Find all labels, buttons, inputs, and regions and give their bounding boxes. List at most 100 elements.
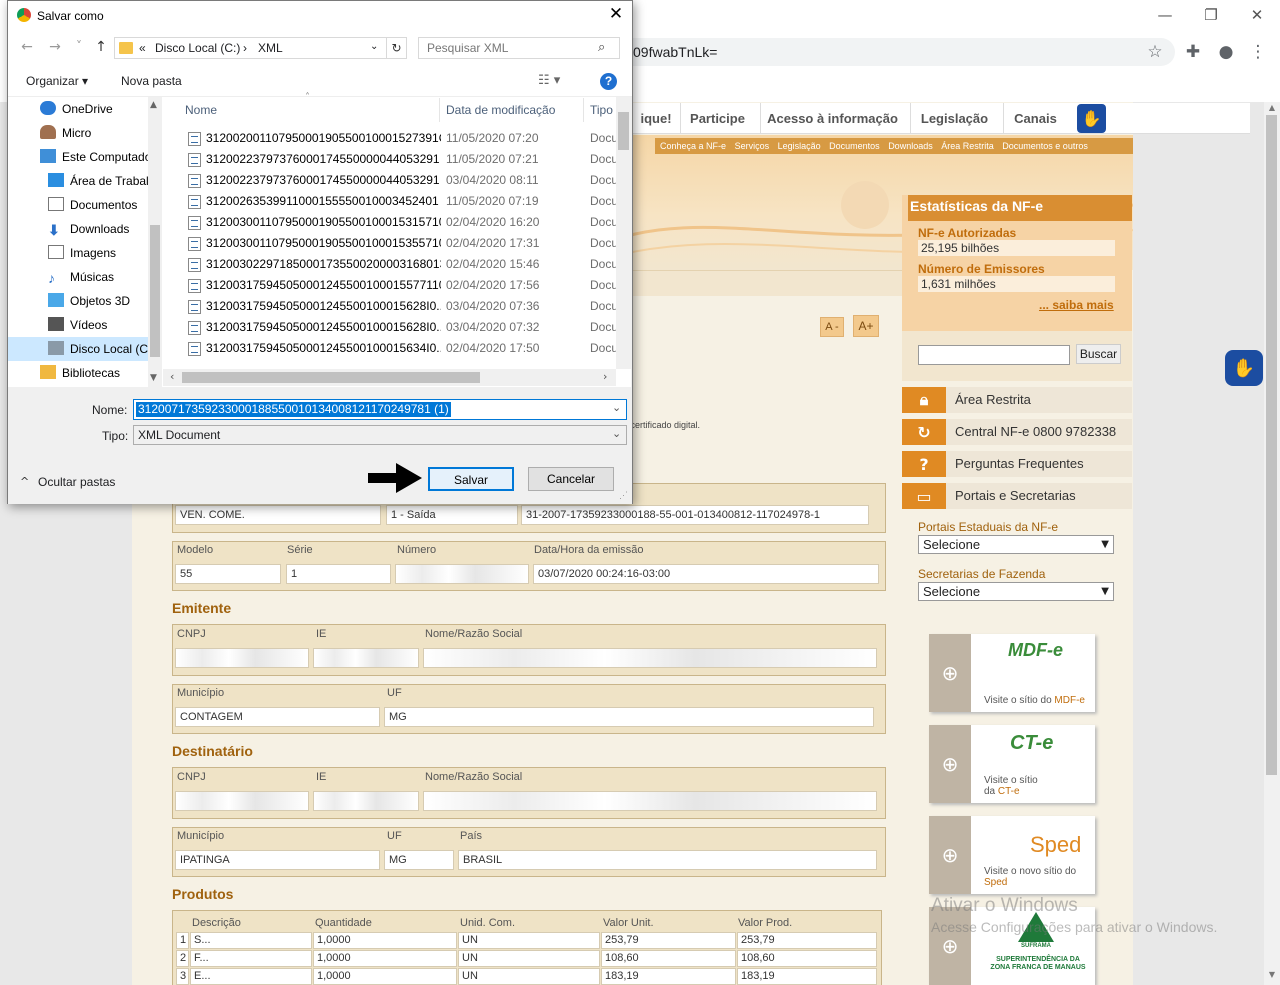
save-button[interactable]: Salvar: [428, 467, 514, 491]
link-area-restrita[interactable]: Área Restrita: [941, 141, 994, 151]
extensions-icon[interactable]: ✚: [1181, 40, 1205, 64]
hide-folders-button[interactable]: Ocultar pastas: [38, 475, 115, 489]
path-disco[interactable]: Disco Local (C:): [155, 41, 240, 55]
cancel-button[interactable]: Cancelar: [528, 467, 614, 491]
serie-field: 1: [286, 564, 391, 584]
nav-objetos-3d[interactable]: Objetos 3D: [8, 289, 148, 313]
nav-este-computador[interactable]: Este Computador: [8, 145, 148, 169]
site-search-button[interactable]: Buscar: [1076, 344, 1121, 364]
font-increase-button[interactable]: A+: [853, 315, 879, 337]
nav-label: Downloads: [70, 222, 130, 236]
nav-participe[interactable]: Participe: [680, 103, 754, 134]
scroll-down-icon[interactable]: ▼: [150, 373, 157, 383]
page-scrollbar-thumb[interactable]: [1266, 115, 1277, 775]
file-row[interactable]: 31200263539911000155550010003452401 1...…: [186, 191, 618, 212]
nav-label: Vídeos: [70, 318, 108, 332]
nav-canais[interactable]: Canais: [1003, 103, 1067, 134]
scroll-left-icon[interactable]: ‹: [170, 370, 174, 383]
chevron-down-icon[interactable]: ⌄: [612, 427, 621, 440]
portais-select[interactable]: Selecione ▼: [918, 535, 1114, 554]
view-options-icon[interactable]: ☷ ▾: [538, 73, 560, 88]
site-search-input[interactable]: [918, 345, 1070, 365]
help-icon[interactable]: ?: [600, 73, 617, 90]
menu-icon[interactable]: ⋮: [1246, 40, 1270, 64]
file-row[interactable]: 312003175945050001245500100015634I0... 02…: [186, 338, 618, 359]
windows-watermark-text: Acesse Configurações para ativar o Windo…: [931, 919, 1218, 935]
filename-value[interactable]: 3120071735923300018855001013400812117024…: [136, 402, 451, 417]
resize-grip-icon[interactable]: ⋰: [619, 490, 628, 501]
chevron-down-icon[interactable]: ⌄: [612, 401, 621, 414]
scroll-down-icon[interactable]: ▼: [1264, 970, 1280, 983]
nav-micro[interactable]: Micro: [8, 121, 148, 145]
prod-vu: 183,19: [601, 968, 736, 985]
file-row[interactable]: 312003001107950001905500100015355710... 0…: [186, 233, 618, 254]
nav-item[interactable]: ique!: [636, 103, 676, 134]
xml-file-icon: [188, 342, 201, 356]
forward-arrow-icon[interactable]: →: [46, 39, 64, 57]
link-documentos-outros[interactable]: Documentos e outros: [1002, 141, 1088, 151]
file-vscrollbar-thumb[interactable]: [618, 112, 629, 150]
scroll-up-icon[interactable]: ▲: [150, 100, 157, 110]
nav-onedrive[interactable]: OneDrive: [8, 97, 148, 121]
dialog-path-field[interactable]: « Disco Local (C:) › XML ⌄: [114, 37, 387, 59]
nav-bibliotecas[interactable]: Bibliotecas: [8, 361, 148, 385]
accessibility-hand-icon[interactable]: ✋: [1225, 350, 1263, 386]
file-row[interactable]: 312003175945050001245500100015577110... 0…: [186, 275, 618, 296]
path-overflow[interactable]: «: [139, 41, 146, 55]
file-row[interactable]: 31200200110795000190550010001527391O... 1…: [186, 128, 618, 149]
scroll-right-icon[interactable]: ›: [603, 370, 607, 383]
nav-scrollbar-thumb[interactable]: [150, 225, 160, 357]
link-conheca[interactable]: Conheça a NF-e: [660, 141, 726, 151]
link-downloads[interactable]: Downloads: [888, 141, 933, 151]
new-folder-button[interactable]: Nova pasta: [121, 74, 182, 88]
profile-icon[interactable]: ●: [1214, 40, 1238, 64]
scroll-up-icon[interactable]: ▲: [1264, 103, 1280, 116]
back-arrow-icon[interactable]: ←: [18, 39, 36, 57]
file-row[interactable]: 31200223797376000174550000044053291 3...…: [186, 170, 618, 191]
nav-area-trabalho[interactable]: Área de Trabalho: [8, 169, 148, 193]
chevron-down-icon[interactable]: ⌄: [370, 41, 378, 52]
nav-imagens[interactable]: Imagens: [8, 241, 148, 265]
nav-documentos[interactable]: Documentos: [8, 193, 148, 217]
path-xml[interactable]: XML: [258, 41, 283, 55]
link-documentos[interactable]: Documentos: [829, 141, 880, 151]
accessibility-hand-icon[interactable]: ✋: [1077, 104, 1106, 133]
organize-button[interactable]: Organizar ▾: [26, 74, 88, 88]
link-servicos[interactable]: Serviços: [735, 141, 770, 151]
minimize-icon[interactable]: —: [1142, 0, 1188, 30]
emit-ie-field: [313, 648, 419, 668]
column-name[interactable]: Nome: [185, 103, 217, 117]
restore-icon[interactable]: ❐: [1188, 0, 1234, 30]
link-legislacao[interactable]: Legislação: [778, 141, 821, 151]
nav-acesso[interactable]: Acesso à informação: [760, 103, 904, 134]
modelo-label: Modelo: [177, 544, 214, 556]
nav-videos[interactable]: Vídeos: [8, 313, 148, 337]
saiba-mais-link[interactable]: ... saiba mais: [1039, 298, 1114, 312]
filetype-select[interactable]: XML Document: [133, 425, 627, 445]
window-icon: ▭: [902, 483, 946, 509]
chevron-up-icon[interactable]: ^: [20, 475, 29, 488]
file-row[interactable]: 312003022971850001735500200003168013... 0…: [186, 254, 618, 275]
close-icon[interactable]: ✕: [1234, 0, 1280, 30]
up-arrow-icon[interactable]: ↑: [92, 39, 110, 57]
prod-vu: 253,79: [601, 932, 736, 949]
column-date[interactable]: Data de modificação: [446, 103, 555, 117]
nav-legislacao[interactable]: Legislação: [910, 103, 998, 134]
secretarias-select[interactable]: Selecione ▼: [918, 582, 1114, 601]
file-row[interactable]: 312003175945050001245500100015628I0... 03…: [186, 317, 618, 338]
file-row[interactable]: 31200223797376000174550000044053291 3...…: [186, 149, 618, 170]
file-row[interactable]: 312003001107950001905500100015315710... 0…: [186, 212, 618, 233]
nav-disco-local[interactable]: Disco Local (C:): [8, 337, 148, 361]
bookmark-star-icon[interactable]: ☆: [1143, 40, 1167, 64]
nav-musicas[interactable]: ♪ Músicas: [8, 265, 148, 289]
ie-label: IE: [316, 771, 327, 783]
font-decrease-button[interactable]: A -: [820, 317, 844, 337]
column-type[interactable]: Tipo: [590, 103, 613, 117]
chevron-down-icon[interactable]: ˅: [70, 39, 88, 57]
dialog-close-icon[interactable]: ✕: [604, 4, 628, 26]
refresh-icon[interactable]: ↻: [386, 37, 407, 59]
nav-downloads[interactable]: ⬇ Downloads: [8, 217, 148, 241]
dialog-search-input[interactable]: Pesquisar XML: [418, 37, 620, 59]
file-hscrollbar-thumb[interactable]: [182, 372, 480, 383]
file-row[interactable]: 312003175945050001245500100015628I0... 03…: [186, 296, 618, 317]
